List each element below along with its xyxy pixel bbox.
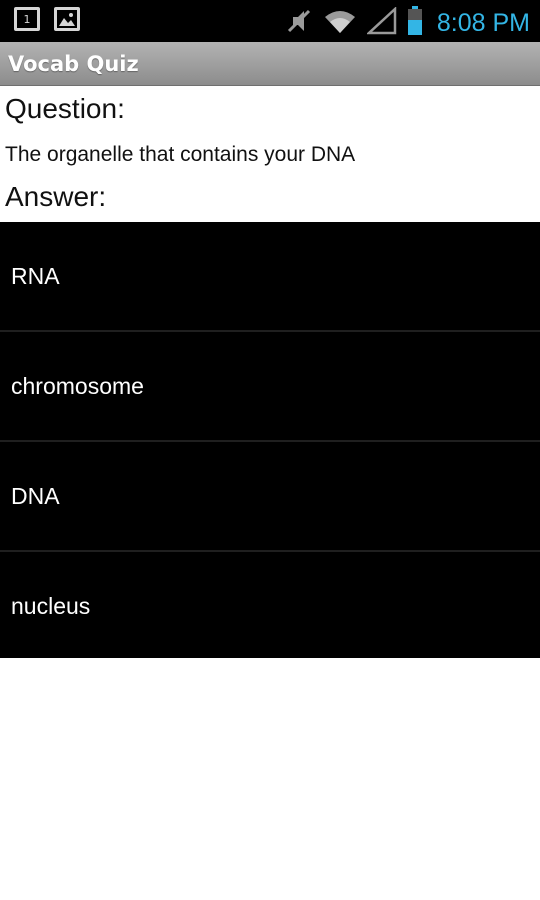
answer-option-label: nucleus <box>11 592 91 619</box>
clock: 8:08 PM <box>436 9 530 37</box>
answer-option-nucleus[interactable]: nucleus <box>0 552 540 660</box>
answer-list: RNA chromosome DNA nucleus <box>0 222 540 658</box>
battery-icon <box>407 6 423 40</box>
gallery-icon[interactable] <box>54 7 80 31</box>
app-title-bar: Vocab Quiz <box>0 42 540 86</box>
app-title: Vocab Quiz <box>8 52 139 76</box>
answer-option-dna[interactable]: DNA <box>0 442 540 552</box>
mute-icon <box>285 7 313 39</box>
answer-option-chromosome[interactable]: chromosome <box>0 332 540 442</box>
question-label: Question: <box>5 93 125 124</box>
answer-label: Answer: <box>5 181 107 212</box>
status-bar: 1 8:08 PM <box>0 0 540 42</box>
answer-option-rna[interactable]: RNA <box>0 222 540 332</box>
answer-option-label: chromosome <box>11 372 144 399</box>
answer-option-label: DNA <box>11 482 60 509</box>
notification-count: 1 <box>23 12 31 26</box>
signal-icon <box>365 6 397 39</box>
notification-icon[interactable]: 1 <box>14 7 40 31</box>
wifi-icon <box>323 7 357 39</box>
question-text: The organelle that contains your DNA <box>5 143 356 166</box>
answer-option-label: RNA <box>11 262 60 289</box>
